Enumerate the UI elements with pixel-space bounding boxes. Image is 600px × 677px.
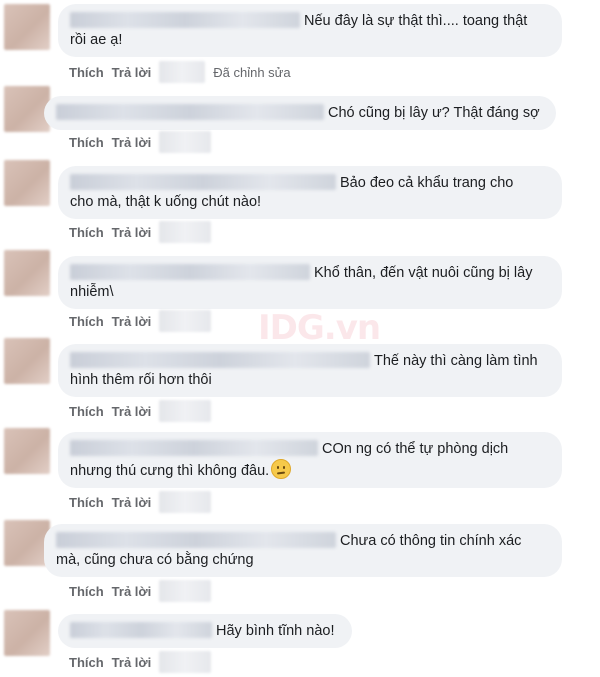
watermark-logo: IDG.vn [258, 308, 381, 348]
comment-bubble: Bảo đeo cả khẩu trang cho cho mà, thật k… [58, 166, 562, 219]
like-link[interactable]: Thích [69, 314, 104, 329]
comment-text: cho mà, thật k uống chút nào! [70, 194, 262, 210]
comment-text: Chó cũng bị lây ư? Thật đáng sợ [328, 105, 540, 121]
blurred-author-name[interactable] [70, 352, 370, 368]
blurred-timestamp [159, 651, 212, 673]
avatar[interactable] [4, 338, 50, 384]
reply-link[interactable]: Trả lời [112, 655, 152, 670]
like-link[interactable]: Thích [69, 584, 104, 599]
reply-link[interactable]: Trả lời [112, 225, 152, 240]
blurred-author-name[interactable] [70, 12, 300, 28]
comment-text: Chưa có thông tin chính xác [340, 533, 522, 549]
comment-text: Bảo đeo cả khẩu trang cho [340, 175, 514, 191]
avatar[interactable] [4, 250, 50, 296]
like-link[interactable]: Thích [69, 65, 104, 80]
comment-text: Khổ thân, đến vật nuôi cũng bị lây [314, 265, 533, 281]
avatar[interactable] [4, 86, 50, 132]
worried-face-emoji-icon [271, 459, 292, 479]
reply-link[interactable]: Trả lời [112, 584, 152, 599]
comment-actions: Thích Trả lời [69, 400, 219, 422]
reply-link[interactable]: Trả lời [112, 495, 152, 510]
blurred-author-name[interactable] [56, 104, 324, 120]
comment-text: rồi ae ạ! [70, 32, 123, 48]
reply-link[interactable]: Trả lời [112, 135, 152, 150]
comment-actions: Thích Trả lời [69, 580, 219, 602]
avatar[interactable] [4, 428, 50, 474]
blurred-timestamp [159, 131, 212, 153]
blurred-timestamp [159, 221, 212, 243]
blurred-author-name[interactable] [70, 174, 336, 190]
comment-bubble: Hãy bình tĩnh nào! [58, 614, 352, 648]
blurred-timestamp [159, 491, 212, 513]
edited-label[interactable]: Đã chỉnh sửa [213, 65, 290, 80]
comment-bubble: Nếu đây là sự thật thì.... toang thật rồ… [58, 4, 562, 57]
avatar[interactable] [4, 4, 50, 50]
reply-link[interactable]: Trả lời [112, 314, 152, 329]
comment-text: hình thêm rối hơn thôi [70, 372, 212, 388]
like-link[interactable]: Thích [69, 135, 104, 150]
comment-text: COn ng có thể tự phòng dịch [322, 441, 509, 457]
reply-link[interactable]: Trả lời [112, 404, 152, 419]
comment-bubble: Khổ thân, đến vật nuôi cũng bị lây nhiễm… [58, 256, 562, 309]
comment-actions: Thích Trả lời [69, 651, 219, 673]
reply-link[interactable]: Trả lời [112, 65, 152, 80]
avatar[interactable] [4, 610, 50, 656]
comment-actions: Thích Trả lời [69, 310, 219, 332]
blurred-timestamp [159, 310, 212, 332]
comment-actions: Thích Trả lời [69, 221, 219, 243]
comment-text: nhưng thú cưng thì không đâu. [70, 463, 270, 479]
avatar[interactable] [4, 160, 50, 206]
blurred-author-name[interactable] [70, 264, 310, 280]
comment-text: Nếu đây là sự thật thì.... toang thật [304, 13, 528, 29]
blurred-author-name[interactable] [70, 440, 318, 456]
like-link[interactable]: Thích [69, 495, 104, 510]
blurred-timestamp [159, 61, 206, 83]
comment-bubble: Chó cũng bị lây ư? Thật đáng sợ [44, 96, 556, 130]
like-link[interactable]: Thích [69, 655, 104, 670]
comment-text: nhiễm\ [70, 284, 114, 300]
comment-actions: Thích Trả lời [69, 131, 219, 153]
comment-bubble: Chưa có thông tin chính xác mà, cũng chư… [44, 524, 562, 577]
comment-text: Thế này thì càng làm tình [374, 353, 538, 369]
like-link[interactable]: Thích [69, 225, 104, 240]
like-link[interactable]: Thích [69, 404, 104, 419]
blurred-timestamp [159, 580, 212, 602]
comment-actions: Thích Trả lời [69, 491, 219, 513]
comment-actions: Thích Trả lời Đã chỉnh sửa [69, 61, 299, 83]
comment-text: Hãy bình tĩnh nào! [216, 623, 335, 639]
blurred-author-name[interactable] [56, 532, 336, 548]
comment-text: mà, cũng chưa có bằng chứng [56, 552, 254, 568]
comment-bubble: COn ng có thể tự phòng dịch nhưng thú cư… [58, 432, 562, 488]
comment-bubble: Thế này thì càng làm tình hình thêm rối … [58, 344, 562, 397]
blurred-timestamp [159, 400, 212, 422]
blurred-author-name[interactable] [70, 622, 212, 638]
